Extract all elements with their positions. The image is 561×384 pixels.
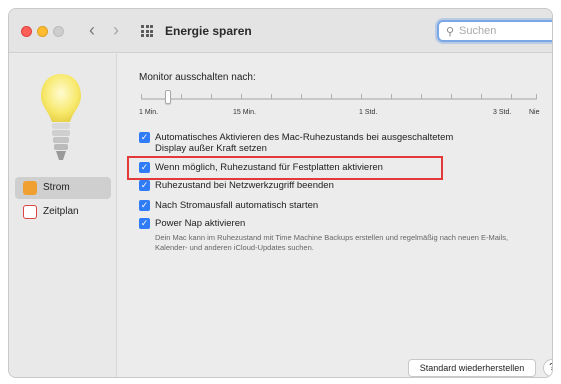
slider-tick: [331, 94, 332, 99]
tick-label: Nie: [529, 109, 540, 116]
slider-tick: [536, 94, 537, 99]
sidebar-item-strom[interactable]: Strom: [15, 177, 111, 199]
checkbox[interactable]: ✓: [139, 218, 150, 229]
slider-tick: [271, 94, 272, 99]
slider-tick: [141, 94, 142, 99]
slider-label: Monitor ausschalten nach:: [139, 72, 256, 83]
slider-tick: [391, 94, 392, 99]
slider-tick: [181, 94, 182, 99]
checkbox[interactable]: ✓: [139, 132, 150, 143]
lightbulb-icon: [41, 74, 81, 160]
slider-knob[interactable]: [165, 90, 171, 104]
power-icon: [23, 181, 37, 195]
window-title: Energie sparen: [165, 24, 252, 38]
tick-label: 3 Std.: [493, 109, 512, 116]
search-icon: ⚲: [446, 26, 455, 38]
slider-tick: [421, 94, 422, 99]
highlight-box: [127, 156, 443, 180]
checkbox[interactable]: ✓: [139, 180, 150, 191]
monitor-off-slider[interactable]: [141, 98, 537, 100]
sidebar-item-label: Strom: [43, 182, 70, 193]
tick-label: 1 Min.: [139, 109, 159, 116]
help-button[interactable]: ?: [543, 359, 552, 377]
close-button[interactable]: [21, 26, 32, 37]
sidebar-item-zeitplan[interactable]: Zeitplan: [15, 201, 111, 223]
calendar-icon: [23, 205, 37, 219]
slider-tick: [211, 94, 212, 99]
main-content: Monitor ausschalten nach: 1 Min. 15 Min.…: [119, 54, 552, 377]
forward-chevron-icon[interactable]: ›: [113, 20, 119, 40]
search-input[interactable]: ⚲ Suchen: [437, 20, 552, 42]
slider-tick: [361, 94, 362, 99]
sidebar-item-label: Zeitplan: [43, 206, 79, 217]
show-all-grid-icon[interactable]: [141, 25, 153, 37]
checkbox[interactable]: ✓: [139, 200, 150, 211]
slider-tick: [241, 94, 242, 99]
tick-label: 1 Std.: [359, 109, 378, 116]
preferences-window: ‹ › Energie sparen ⚲ Suchen Strom Zeitpl…: [8, 8, 553, 378]
minimize-button[interactable]: [37, 26, 48, 37]
slider-tick: [451, 94, 452, 99]
power-nap-description: Dein Mac kann im Ruhezustand mit Time Ma…: [155, 233, 509, 252]
search-placeholder: Suchen: [459, 25, 497, 37]
slider-tick: [481, 94, 482, 99]
back-chevron-icon[interactable]: ‹: [89, 20, 95, 40]
title-bar: ‹ › Energie sparen ⚲ Suchen: [9, 9, 552, 53]
slider-tick: [511, 94, 512, 99]
restore-defaults-button[interactable]: Standard wiederherstellen: [408, 359, 536, 377]
tick-label: 15 Min.: [233, 109, 256, 116]
slider-tick: [301, 94, 302, 99]
zoom-button[interactable]: [53, 26, 64, 37]
sidebar: Strom Zeitplan: [9, 54, 117, 377]
